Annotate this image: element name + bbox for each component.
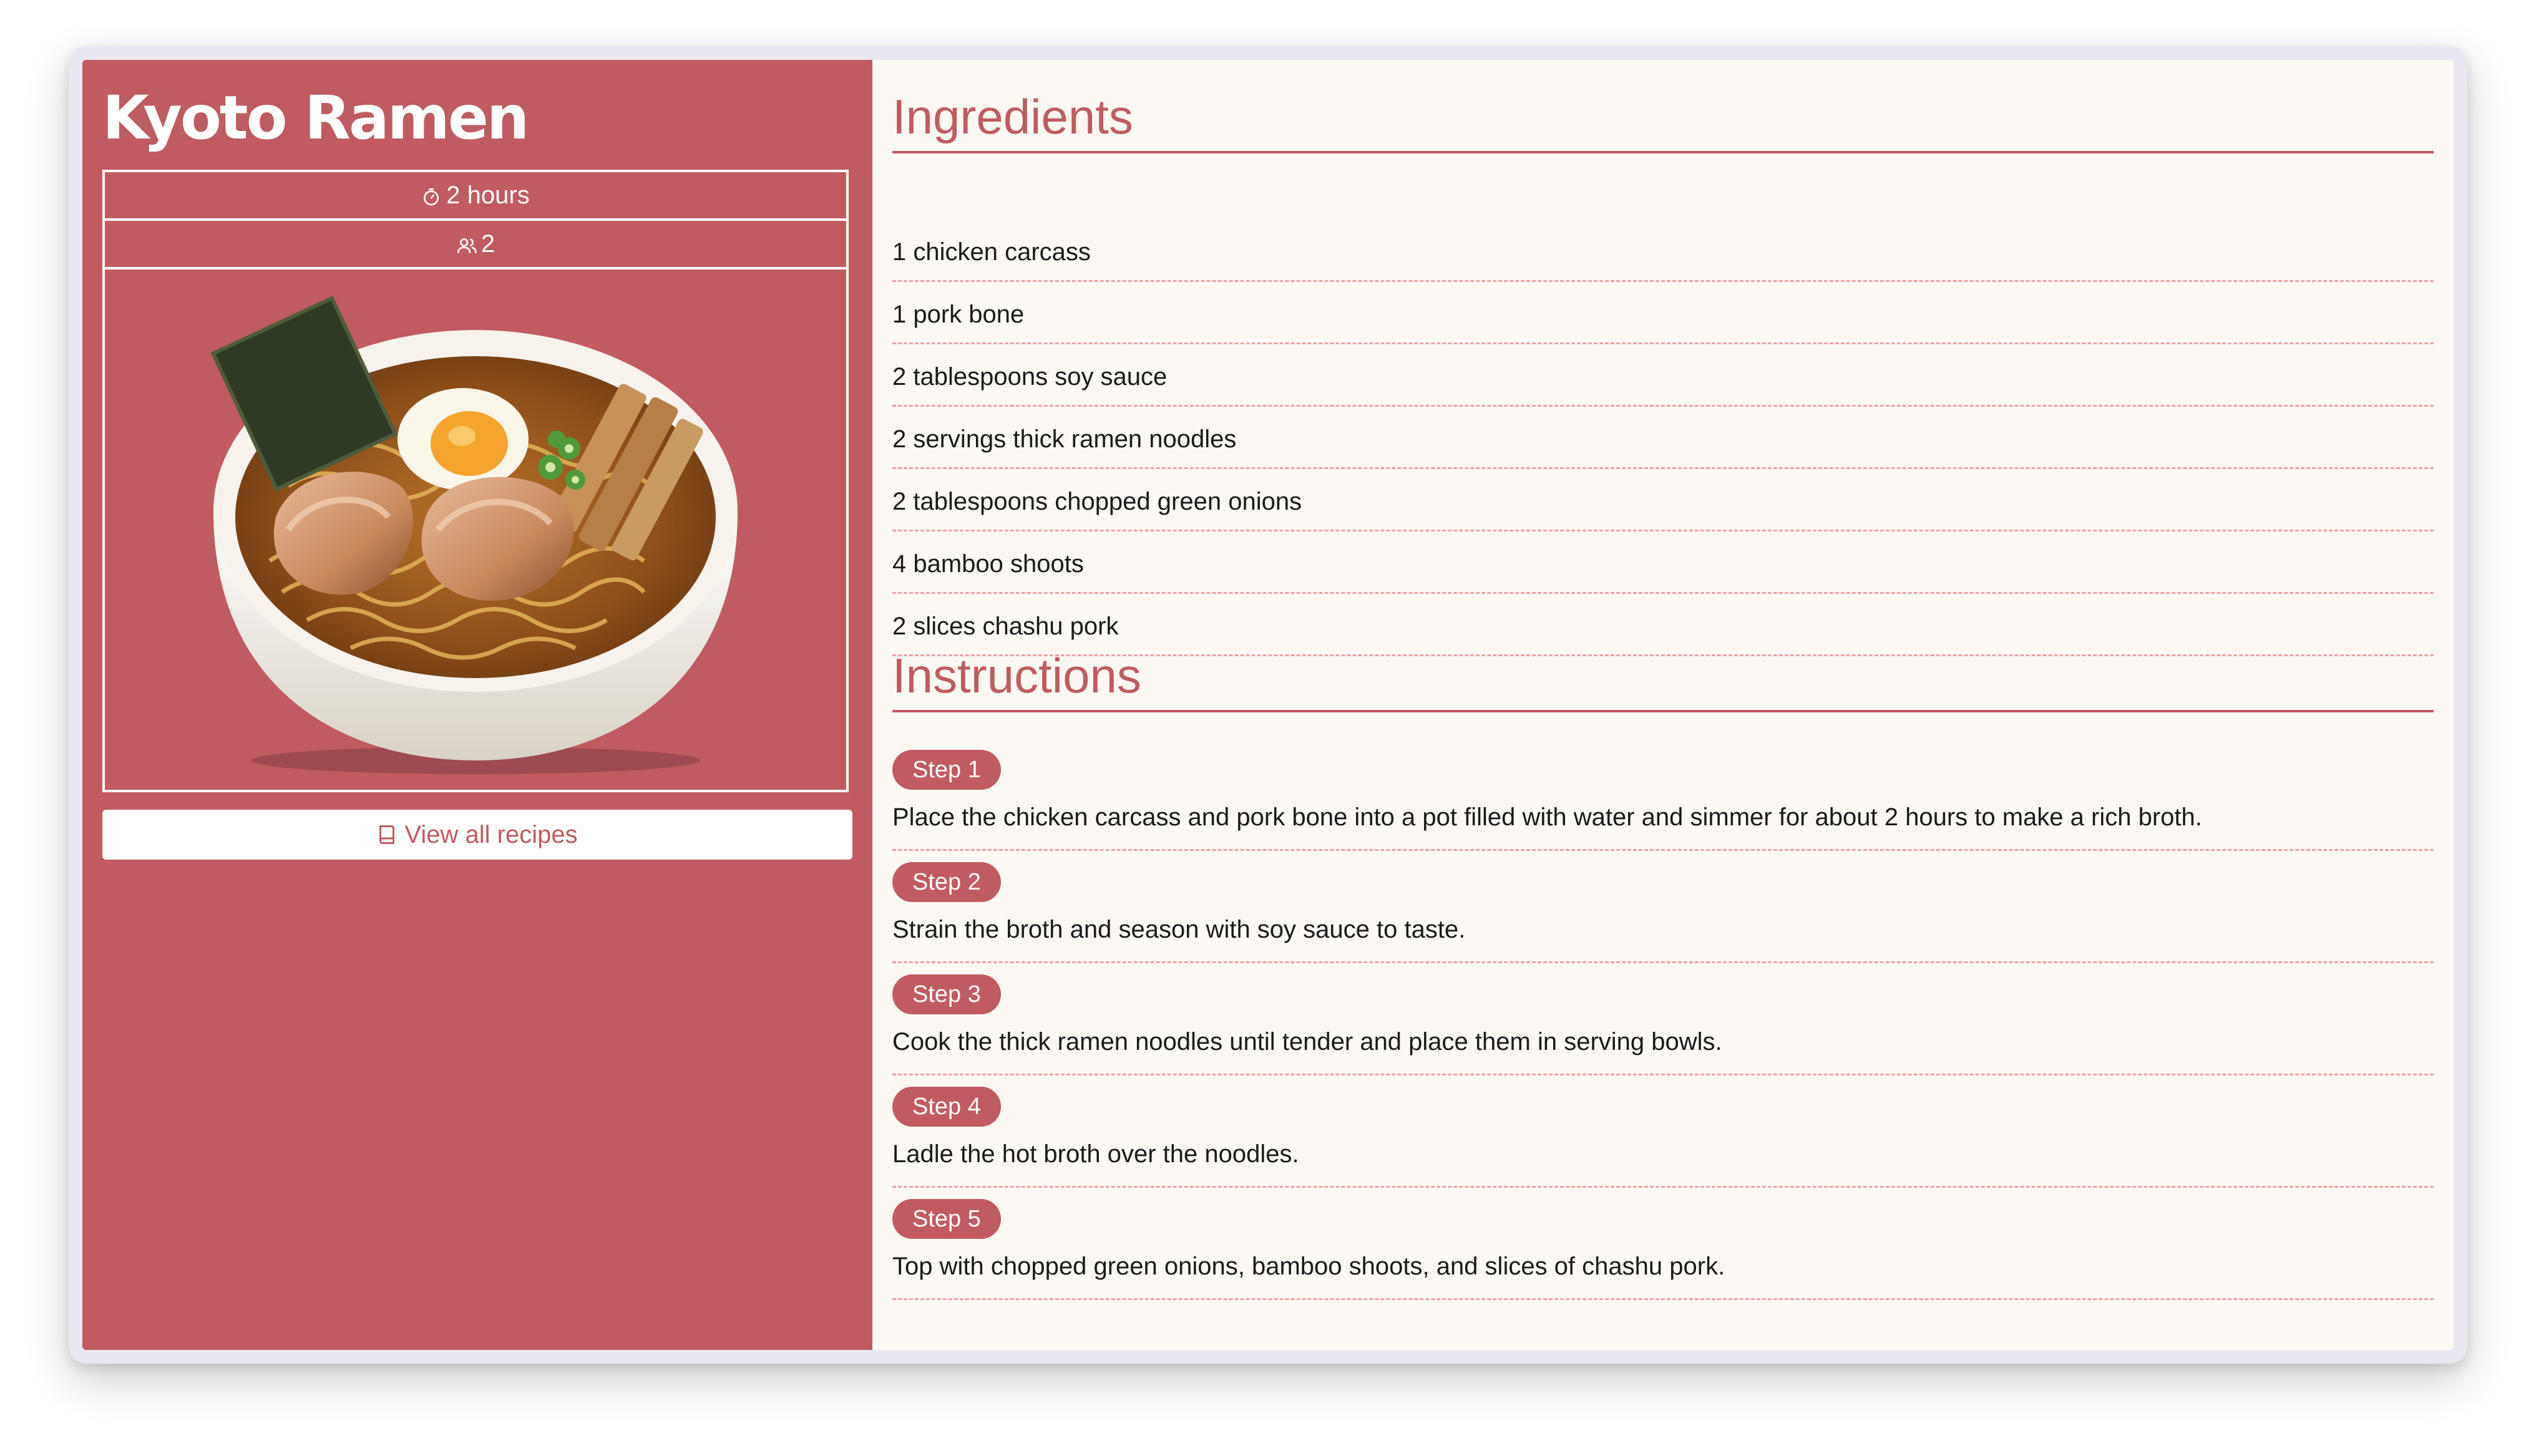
step-text: Top with chopped green onions, bamboo sh… <box>892 1253 1725 1280</box>
instructions-list: Step 1 Place the chicken carcass and por… <box>892 739 2434 1300</box>
ingredient-item: 2 servings thick ramen noodles <box>892 407 2434 469</box>
view-all-recipes-button[interactable]: View all recipes <box>102 810 852 860</box>
app-window: Kyoto Ramen 2 hours 2 View all recipes I… <box>69 46 2467 1364</box>
servings: 2 <box>105 221 846 269</box>
ingredient-item: 1 pork bone <box>892 282 2434 344</box>
view-all-recipes-label: View all recipes <box>404 820 578 848</box>
recipe-title: Kyoto Ramen <box>102 83 529 153</box>
step-item: Step 3 Cook the thick ramen noodles unti… <box>892 963 2434 1075</box>
timer-icon <box>421 185 441 206</box>
recipe-content: Ingredients 1 chicken carcass 1 pork bon… <box>872 60 2454 1350</box>
ingredients-divider <box>892 151 2434 153</box>
step-item: Step 5 Top with chopped green onions, ba… <box>892 1188 2434 1300</box>
users-icon <box>456 234 477 254</box>
step-text: Cook the thick ramen noodles until tende… <box>892 1028 1722 1056</box>
book-icon <box>377 823 397 846</box>
servings-value: 2 <box>480 230 495 258</box>
cook-time-value: 2 hours <box>446 181 530 209</box>
instructions-divider <box>892 710 2434 712</box>
ramen-bowl-illustration <box>210 295 738 774</box>
ingredients-title: Ingredients <box>892 89 1133 144</box>
ingredient-item: 1 chicken carcass <box>892 220 2434 282</box>
ingredients-list: 1 chicken carcass 1 pork bone 2 tablespo… <box>892 220 2434 656</box>
instructions-title: Instructions <box>892 648 1141 703</box>
step-item: Step 1 Place the chicken carcass and por… <box>892 739 2434 851</box>
step-text: Ladle the hot broth over the noodles. <box>892 1140 1299 1168</box>
step-badge: Step 3 <box>892 974 1001 1014</box>
ingredient-item: 2 tablespoons soy sauce <box>892 344 2434 407</box>
ingredient-item: 4 bamboo shoots <box>892 531 2434 594</box>
step-badge: Step 2 <box>892 862 1001 902</box>
ingredient-item: 2 slices chashu pork <box>892 594 2434 656</box>
step-text: Strain the broth and season with soy sau… <box>892 916 1466 943</box>
step-badge: Step 4 <box>892 1087 1001 1127</box>
step-item: Step 2 Strain the broth and season with … <box>892 851 2434 963</box>
step-badge: Step 1 <box>892 750 1001 790</box>
step-text: Place the chicken carcass and pork bone … <box>892 803 2202 831</box>
step-item: Step 4 Ladle the hot broth over the nood… <box>892 1075 2434 1188</box>
ingredient-item: 2 tablespoons chopped green onions <box>892 469 2434 531</box>
recipe-image <box>105 269 846 790</box>
cook-time: 2 hours <box>105 172 846 221</box>
step-badge: Step 5 <box>892 1199 1001 1239</box>
recipe-card: Kyoto Ramen 2 hours 2 View all recipes I… <box>82 60 2454 1350</box>
recipe-sidebar: Kyoto Ramen 2 hours 2 View all recipes <box>82 60 872 1350</box>
recipe-meta: 2 hours 2 <box>102 170 849 792</box>
